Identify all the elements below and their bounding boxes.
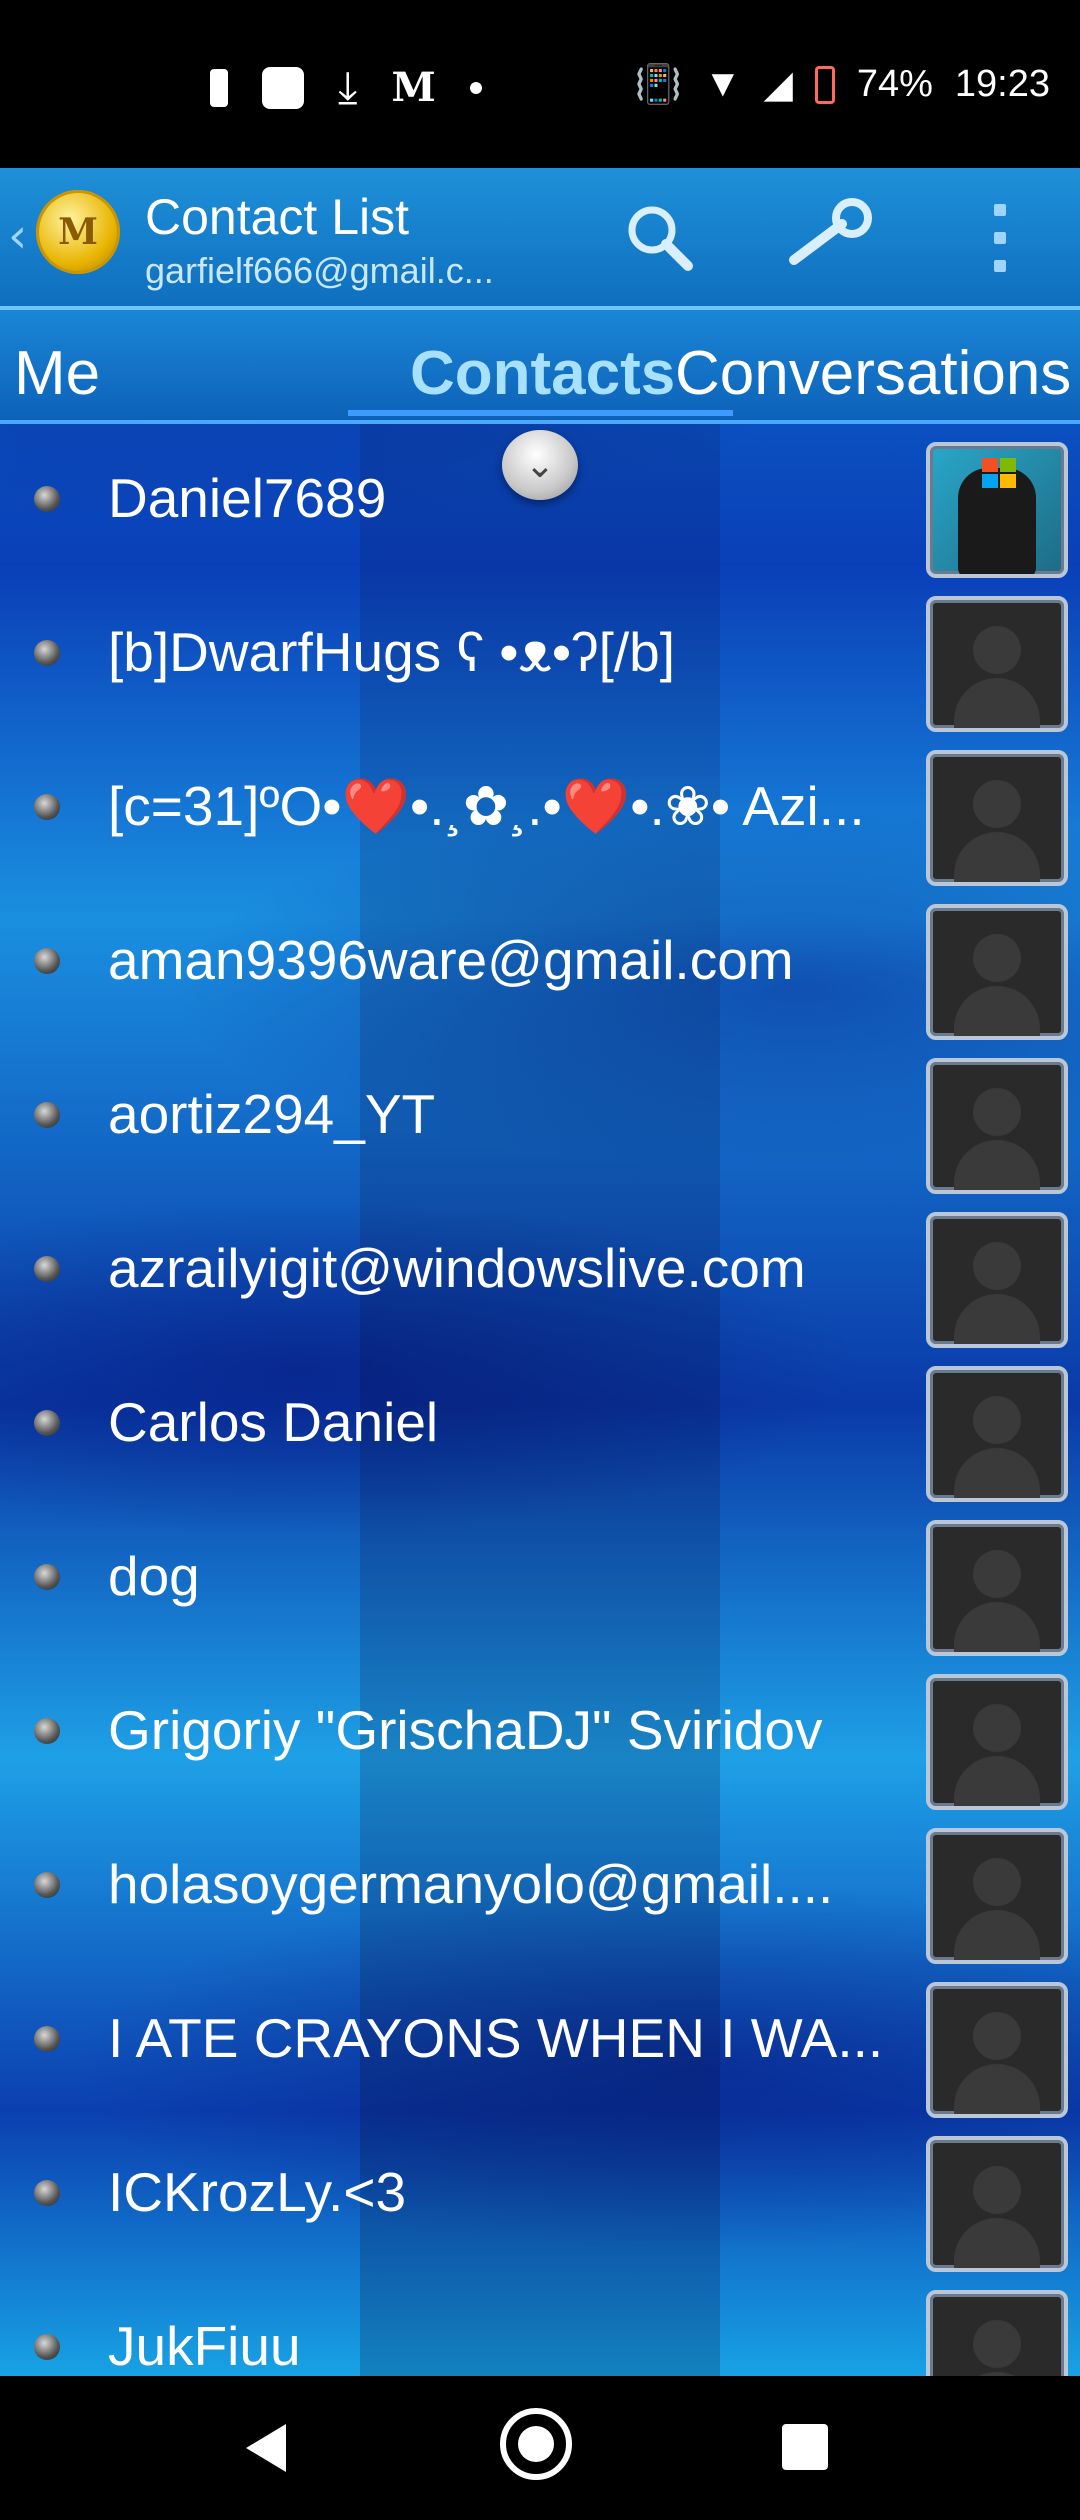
nav-home-icon[interactable]: [500, 2408, 572, 2480]
list-item[interactable]: aortiz294_YT: [0, 1040, 1080, 1194]
avatar[interactable]: [926, 2290, 1068, 2376]
more-notifications-icon: [469, 81, 482, 94]
avatar[interactable]: [926, 1366, 1068, 1502]
app-bar: ‹ M Contact List garfielf666@gmail.c...: [0, 168, 1080, 310]
page-title: Contact List: [145, 189, 410, 245]
status-dot-icon: [34, 1872, 60, 1898]
avatar[interactable]: [926, 1520, 1068, 1656]
avatar[interactable]: [926, 750, 1068, 886]
status-dot-icon: [34, 794, 60, 820]
nav-back-icon[interactable]: [246, 2424, 286, 2472]
status-dot-icon: [34, 640, 60, 666]
list-item[interactable]: I ATE CRAYONS WHEN I WA...: [0, 1964, 1080, 2118]
contact-name: I ATE CRAYONS WHEN I WA...: [108, 2007, 884, 2069]
avatar[interactable]: [926, 1058, 1068, 1194]
avatar[interactable]: [926, 2136, 1068, 2272]
contact-name: ICKrozLy.<3: [108, 2161, 407, 2223]
search-icon: [628, 206, 693, 271]
back-chevron-icon[interactable]: ‹: [8, 208, 27, 264]
battery-icon: [814, 65, 835, 104]
contact-list-screen: ‹ M Contact List garfielf666@gmail.c... …: [0, 168, 1080, 2376]
download-icon: ⤓: [338, 62, 358, 113]
tab-me[interactable]: Me: [14, 338, 100, 409]
status-dot-icon: [34, 1256, 60, 1282]
nav-recents-icon[interactable]: [782, 2424, 828, 2470]
vibrate-icon: 📳: [634, 63, 682, 106]
list-item[interactable]: holasoygermanyolo@gmail....: [0, 1810, 1080, 1964]
app-notification-icon: [262, 66, 304, 109]
active-tab-indicator: [348, 410, 733, 416]
avatar[interactable]: [926, 1212, 1068, 1348]
app-logo-icon[interactable]: M: [36, 190, 120, 274]
status-dot-icon: [34, 1410, 60, 1436]
system-nav-bar: [0, 2376, 1080, 2520]
contact-name: dog: [108, 1545, 200, 1607]
avatar[interactable]: [926, 442, 1068, 578]
contact-name: Grigoriy "GrischaDJ" Sviridov: [108, 1699, 823, 1761]
avatar[interactable]: [926, 1982, 1068, 2118]
list-item[interactable]: azrailyigit@windowslive.com: [0, 1194, 1080, 1348]
list-item[interactable]: [c=31]ºO•❤️•.¸✿¸.•❤️•.❀• Azi...: [0, 732, 1080, 886]
status-dot-icon: [34, 1718, 60, 1744]
search-button[interactable]: [620, 198, 700, 278]
status-dot-icon: [34, 1102, 60, 1128]
list-item[interactable]: Carlos Daniel: [0, 1348, 1080, 1502]
avatar[interactable]: [926, 1674, 1068, 1810]
tab-contacts[interactable]: Contacts: [410, 338, 675, 409]
status-bar: ⤓ M 📳 ▼ ◢ 74% 19:23: [0, 0, 1080, 168]
settings-button[interactable]: [780, 198, 880, 278]
clock: 19:23: [954, 63, 1050, 105]
battery-percent: 74%: [856, 63, 933, 105]
status-dot-icon: [34, 2334, 60, 2360]
list-item[interactable]: [b]DwarfHugs ʕ •ᴥ•ʔ[/b]: [0, 578, 1080, 732]
battery-saver-icon: [210, 68, 228, 107]
tab-conversations[interactable]: Conversations: [675, 338, 1071, 409]
status-dot-icon: [34, 2180, 60, 2206]
avatar[interactable]: [926, 904, 1068, 1040]
avatar[interactable]: [926, 1828, 1068, 1964]
contact-name: aortiz294_YT: [108, 1083, 436, 1145]
list-item[interactable]: Grigoriy "GrischaDJ" Sviridov: [0, 1656, 1080, 1810]
account-email: garfielf666@gmail.c...: [145, 250, 494, 291]
list-item[interactable]: dog: [0, 1502, 1080, 1656]
contact-name: azrailyigit@windowslive.com: [108, 1237, 806, 1299]
contact-name: [b]DwarfHugs ʕ •ᴥ•ʔ[/b]: [108, 621, 676, 683]
list-item[interactable]: JukFiuu: [0, 2272, 1080, 2376]
status-dot-icon: [34, 948, 60, 974]
contact-name: [c=31]ºO•❤️•.¸✿¸.•❤️•.❀• Azi...: [108, 775, 865, 837]
list-item[interactable]: ICKrozLy.<3: [0, 2118, 1080, 2272]
contact-name: Carlos Daniel: [108, 1391, 439, 1453]
contact-name: holasoygermanyolo@gmail....: [108, 1853, 834, 1915]
collapse-group-button[interactable]: ⌄: [502, 430, 578, 500]
gmail-icon: M: [391, 64, 436, 111]
status-dot-icon: [34, 486, 60, 512]
status-dot-icon: [34, 2026, 60, 2052]
tab-bar: Me Contacts Conversations: [0, 310, 1080, 424]
status-dot-icon: [34, 1564, 60, 1590]
signal-icon: ◢: [763, 64, 793, 106]
avatar[interactable]: [926, 596, 1068, 732]
contact-name: JukFiuu: [108, 2315, 301, 2376]
chevron-down-icon: ⌄: [524, 444, 556, 486]
overflow-menu-button[interactable]: [980, 198, 1020, 278]
wrench-icon: [789, 198, 872, 265]
contact-name: aman9396ware@gmail.com: [108, 929, 794, 991]
list-item[interactable]: aman9396ware@gmail.com: [0, 886, 1080, 1040]
windows-logo-icon: [982, 458, 1016, 488]
wifi-icon: ▼: [703, 63, 742, 105]
